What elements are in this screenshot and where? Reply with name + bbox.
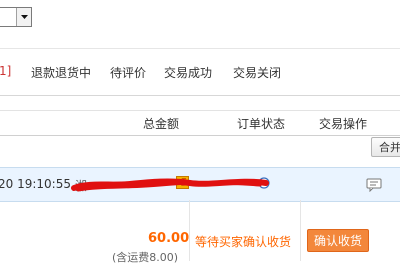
tab-closed[interactable]: 交易关闭 xyxy=(233,64,281,81)
dropdown-button[interactable] xyxy=(16,8,31,26)
tab-success[interactable]: 交易成功 xyxy=(164,64,212,81)
redaction-scribble xyxy=(71,178,269,192)
merge-button[interactable]: 合并 xyxy=(371,137,400,157)
message-icon[interactable] xyxy=(366,178,382,192)
confirm-receipt-button[interactable]: 确认收货 xyxy=(307,229,369,252)
tab-to-review[interactable]: 待评价 xyxy=(110,64,146,81)
shipping-fee: (含运费8.00) xyxy=(112,251,179,264)
column-divider xyxy=(300,200,301,261)
chevron-down-icon xyxy=(21,15,28,19)
header-order-status: 订单状态 xyxy=(237,117,286,131)
order-status: 等待买家确认收货 xyxy=(195,235,292,249)
column-divider xyxy=(189,200,190,261)
header-actions: 交易操作 xyxy=(319,117,368,131)
filter-dropdown[interactable] xyxy=(0,7,32,27)
order-amount: 60.00 xyxy=(148,231,190,246)
tab-refund[interactable]: 退款退货中 xyxy=(31,64,91,81)
header-total-amount: 总金额 xyxy=(143,117,180,131)
order-datetime: 20 19:10:55 xyxy=(0,177,71,191)
tab-partial[interactable]: 1] xyxy=(0,64,11,78)
